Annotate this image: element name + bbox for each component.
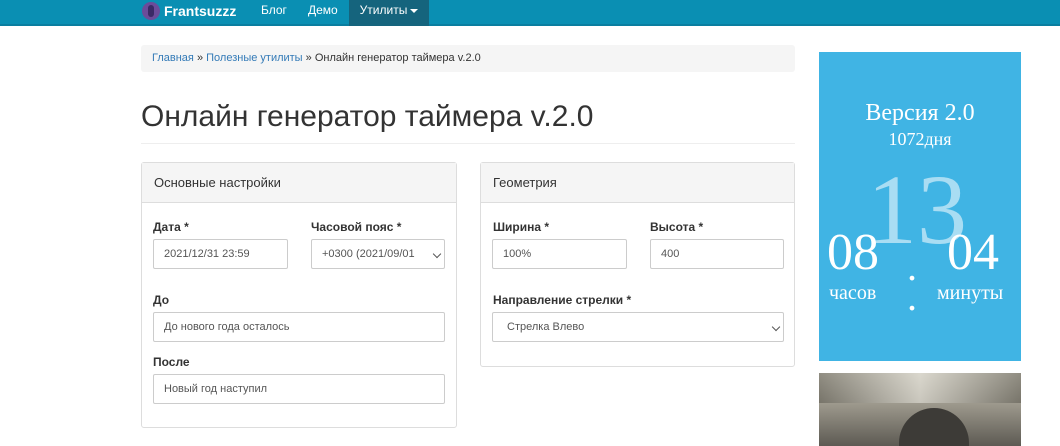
after-value: Новый год наступил bbox=[164, 383, 268, 395]
before-value: До нового года осталось bbox=[164, 321, 290, 333]
breadcrumb-separator: » bbox=[305, 52, 312, 64]
main-settings-heading: Основные настройки bbox=[142, 163, 456, 203]
arrow-direction-value: Стрелка Влево bbox=[507, 321, 585, 333]
arrow-direction-label: Направление стрелки * bbox=[493, 293, 632, 307]
height-value: 400 bbox=[661, 248, 680, 260]
timer-hours: 08 bbox=[827, 224, 879, 281]
chevron-down-icon bbox=[771, 322, 781, 332]
page-title: Онлайн генератор таймера v.2.0 bbox=[141, 100, 594, 133]
width-value: 100% bbox=[503, 248, 532, 260]
arrow-direction-select[interactable]: Стрелка Влево bbox=[492, 312, 784, 342]
brand-logo-icon bbox=[142, 2, 160, 20]
breadcrumb-current: Онлайн генератор таймера v.2.0 bbox=[314, 52, 481, 64]
title-divider bbox=[141, 143, 795, 144]
date-input[interactable]: 2021/12/31 23:59 bbox=[153, 239, 288, 269]
timer-minutes-label: минуты bbox=[937, 282, 1004, 304]
chevron-down-icon bbox=[432, 249, 442, 259]
timezone-label: Часовой пояс * bbox=[311, 220, 402, 234]
after-label: После bbox=[153, 355, 190, 369]
timer-days: 1072дня bbox=[888, 129, 952, 149]
nav-demo[interactable]: Демо bbox=[308, 0, 338, 26]
before-input[interactable]: До нового года осталось bbox=[153, 312, 445, 342]
brand-link[interactable]: Frantsuzzz bbox=[142, 0, 236, 22]
main-settings-panel: Основные настройки Дата * 2021/12/31 23:… bbox=[141, 162, 457, 428]
timezone-select[interactable]: +0300 (2021/09/01 bbox=[311, 239, 445, 269]
timer-minutes: 04 bbox=[947, 224, 999, 281]
nav-utils-label: Утилиты bbox=[359, 3, 408, 17]
timer-preview: Версия 2.0 1072дня 13 08 . . 04 часов ми… bbox=[819, 52, 1021, 361]
width-input[interactable]: 100% bbox=[492, 239, 627, 269]
top-navbar: Frantsuzzz Блог Демо Утилиты bbox=[0, 0, 1060, 26]
date-label: Дата * bbox=[153, 220, 189, 234]
width-label: Ширина * bbox=[493, 220, 550, 234]
date-value: 2021/12/31 23:59 bbox=[164, 248, 250, 260]
nav-utils-dropdown[interactable]: Утилиты bbox=[349, 0, 429, 26]
before-label: До bbox=[153, 293, 170, 307]
timezone-value: +0300 (2021/09/01 bbox=[322, 248, 415, 260]
nav-blog[interactable]: Блог bbox=[261, 0, 287, 26]
breadcrumb: Главная » Полезные утилиты » Онлайн гене… bbox=[141, 45, 795, 72]
geometry-panel: Геометрия Ширина * 100% Высота * 400 Нап… bbox=[480, 162, 795, 367]
breadcrumb-home[interactable]: Главная bbox=[152, 52, 194, 64]
caret-down-icon bbox=[410, 8, 419, 13]
breadcrumb-separator: » bbox=[196, 52, 204, 64]
after-input[interactable]: Новый год наступил bbox=[153, 374, 445, 404]
photo-person bbox=[899, 408, 969, 446]
author-photo bbox=[819, 373, 1021, 446]
timer-separator-dot: . bbox=[907, 274, 917, 319]
height-input[interactable]: 400 bbox=[650, 239, 784, 269]
timer-hours-label: часов bbox=[829, 282, 877, 304]
photo-foliage bbox=[819, 373, 1021, 403]
height-label: Высота * bbox=[650, 220, 704, 234]
brand-name: Frantsuzzz bbox=[164, 3, 237, 19]
breadcrumb-utils[interactable]: Полезные утилиты bbox=[206, 52, 302, 64]
geometry-heading: Геометрия bbox=[481, 163, 794, 203]
timer-version: Версия 2.0 bbox=[865, 100, 975, 126]
